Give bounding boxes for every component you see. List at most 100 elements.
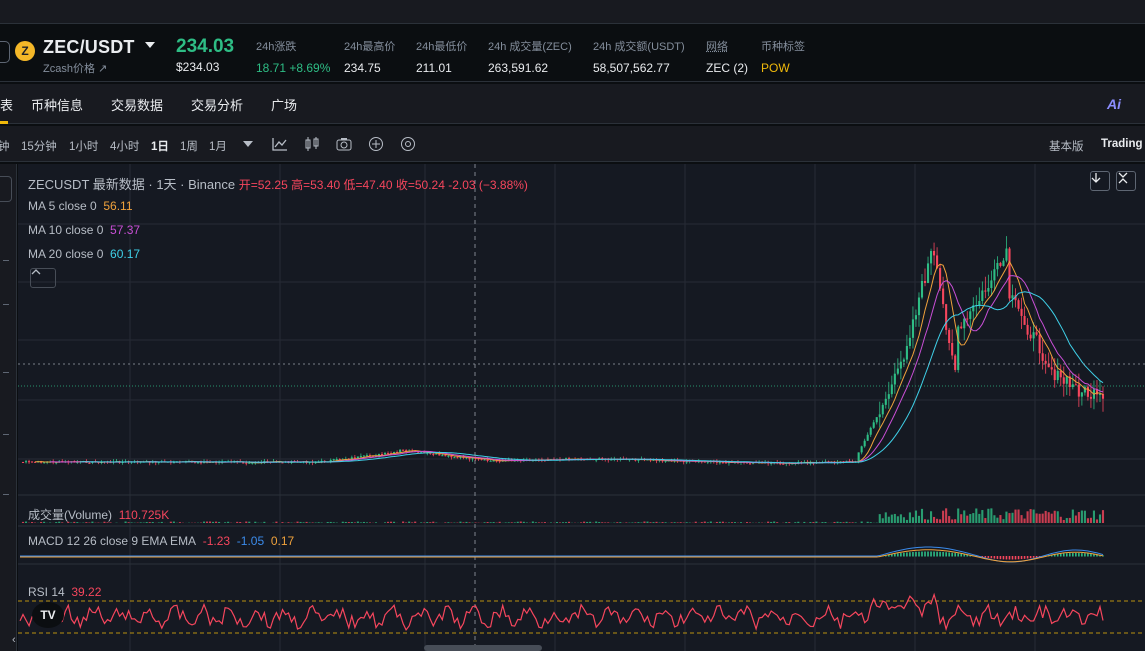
coin-price-link[interactable]: Zcash价格 ↗ — [43, 60, 107, 76]
timeframe-1d[interactable]: 1日 — [151, 138, 169, 154]
volume-bar — [637, 522, 640, 523]
candle-body — [996, 262, 999, 270]
timeframe-1h[interactable]: 1小时 — [69, 138, 98, 154]
timeframe-15m[interactable]: 15分钟 — [21, 138, 57, 154]
timeframe-1w[interactable]: 1周 — [180, 138, 198, 154]
volume-bar — [1065, 518, 1068, 523]
drawing-tool-button[interactable] — [0, 176, 12, 202]
candle-body — [450, 455, 453, 458]
volume-bar — [845, 521, 848, 523]
tab-trading-data[interactable]: 交易数据 — [111, 95, 163, 114]
volume-bar — [954, 519, 957, 523]
candle-body — [748, 463, 752, 465]
drawing-tool-marker[interactable] — [3, 260, 9, 261]
candle-body — [860, 446, 863, 453]
volume-bar — [212, 521, 215, 523]
macd-histogram-bar — [987, 556, 990, 558]
macd-legend[interactable]: MACD 12 26 close 9 EMA EMA -1.23 -1.05 0… — [28, 534, 294, 548]
volume-bar — [607, 522, 610, 523]
volume-bar — [634, 522, 637, 523]
volume-bar — [287, 522, 290, 523]
stat-network[interactable]: 网络 ZEC (2) — [706, 38, 748, 75]
volume-legend[interactable]: 成交量(Volume) 110.725K — [28, 506, 169, 523]
view-tradingview-button[interactable]: Trading — [1101, 138, 1143, 150]
tab-square[interactable]: 广场 — [271, 95, 297, 114]
time-scrollbar[interactable] — [424, 645, 542, 651]
macd-histogram-bar — [894, 553, 896, 557]
volume-bar — [347, 522, 350, 523]
volume-bar — [917, 515, 921, 523]
fullscreen-button[interactable] — [1116, 171, 1136, 191]
candle-body — [380, 453, 384, 455]
timeframe-dropdown-icon[interactable] — [239, 135, 257, 153]
volume-bar — [929, 511, 933, 523]
tab-coin-info[interactable]: 币种信息 — [31, 95, 83, 114]
volume-bar — [595, 521, 598, 523]
volume-bar — [920, 508, 924, 523]
pair-selector[interactable]: ZEC/USDT — [43, 37, 135, 58]
legend-collapse-button[interactable] — [30, 268, 56, 288]
timeframe-cut[interactable]: 钟 — [0, 138, 10, 154]
volume-bar — [727, 522, 730, 523]
candle-body — [402, 449, 405, 451]
tab-trading-analysis[interactable]: 交易分析 — [191, 95, 243, 114]
volume-bar — [718, 521, 721, 523]
back-button[interactable] — [0, 41, 10, 63]
volume-bar — [275, 521, 278, 523]
drawing-tool-marker[interactable] — [3, 494, 9, 495]
volume-bar — [770, 521, 773, 523]
settings-icon[interactable] — [399, 135, 417, 153]
volume-bar — [311, 522, 314, 523]
macd-histogram-bar — [1078, 553, 1080, 557]
volume-bar — [248, 521, 251, 523]
candle-body — [637, 459, 640, 461]
volume-bar — [498, 521, 501, 523]
volume-bar — [555, 521, 559, 523]
candle-body — [887, 394, 890, 399]
candle-body — [435, 453, 438, 455]
ma20-legend[interactable]: MA 20 close 0 60.17 — [28, 247, 140, 261]
macd-histogram-bar — [918, 551, 920, 557]
volume-bar — [987, 508, 990, 523]
candle-body — [718, 462, 721, 464]
view-basic-button[interactable]: 基本版 — [1049, 138, 1084, 154]
timeframe-4h[interactable]: 4小时 — [110, 138, 139, 154]
macd-histogram-bar — [1090, 553, 1092, 557]
volume-bar — [296, 521, 299, 523]
candlestick-chart[interactable]: ZECUSDT 最新数据 · 1天 · Binance 开=52.25 高=53… — [12, 164, 1145, 651]
indicator-icon[interactable] — [271, 135, 289, 153]
rsi-legend[interactable]: RSI 14 39.22 — [28, 585, 101, 599]
add-indicator-icon[interactable] — [367, 135, 385, 153]
candle-body — [990, 280, 993, 288]
ma10-legend[interactable]: MA 10 close 0 57.37 — [28, 223, 140, 237]
volume-bar — [902, 517, 905, 523]
timeframe-1m[interactable]: 1月 — [209, 138, 227, 154]
camera-icon[interactable] — [335, 135, 353, 153]
ma10-line — [50, 275, 1104, 464]
ai-button[interactable]: Ai — [1107, 96, 1121, 112]
candle-body — [960, 326, 963, 329]
chevron-down-icon[interactable] — [145, 42, 155, 48]
volume-bar — [939, 519, 942, 523]
candle-type-icon[interactable] — [303, 135, 321, 153]
candle-body — [899, 361, 902, 369]
chart-legend-main: ZECUSDT 最新数据 · 1天 · Binance 开=52.25 高=53… — [28, 174, 528, 193]
drawing-tool-marker[interactable] — [3, 434, 9, 435]
volume-bar — [390, 521, 393, 523]
ma5-legend[interactable]: MA 5 close 0 56.11 — [28, 199, 133, 213]
candle-body — [963, 318, 966, 329]
volume-bar — [492, 522, 495, 523]
macd-histogram-bar — [1059, 553, 1062, 557]
drawing-tool-marker[interactable] — [3, 304, 9, 305]
tab-chart[interactable]: 表 — [0, 95, 13, 114]
drawing-tool-marker[interactable] — [3, 372, 9, 373]
chart-canvas[interactable] — [18, 164, 1145, 651]
volume-bar — [748, 522, 752, 523]
scroll-to-latest-button[interactable] — [1090, 171, 1110, 191]
volume-bar — [411, 522, 414, 523]
scroll-left-icon[interactable]: ‹ — [12, 634, 16, 646]
volume-bar — [1011, 512, 1014, 523]
volume-bar — [444, 522, 447, 523]
volume-bar — [1089, 517, 1092, 523]
volume-bar — [383, 522, 387, 523]
